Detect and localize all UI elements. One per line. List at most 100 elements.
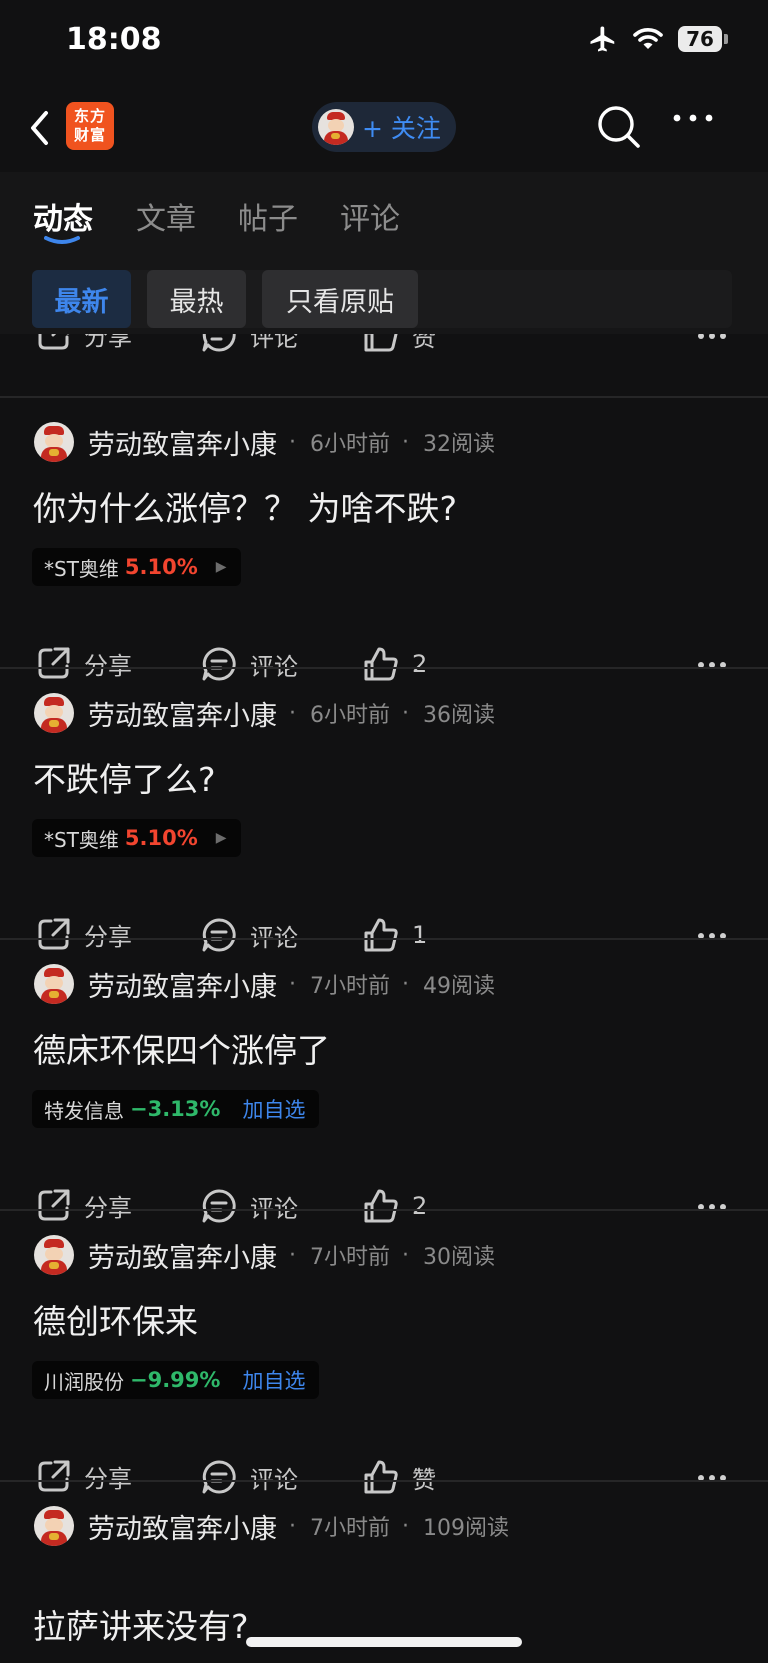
like-count: 2 xyxy=(412,1192,428,1220)
tab-comments[interactable]: 评论 xyxy=(340,194,400,238)
add-to-watchlist-button[interactable]: 加自选 xyxy=(242,1365,305,1395)
like-count: 2 xyxy=(412,650,428,678)
like-button[interactable]: 2 xyxy=(362,645,427,683)
stock-name: *ST奥维 xyxy=(44,556,119,581)
post-reads: 109阅读 xyxy=(423,1516,509,1541)
follow-button[interactable]: + 关注 xyxy=(312,102,456,152)
tab-articles[interactable]: 文章 xyxy=(136,194,196,238)
stock-tag[interactable]: *ST奥维 5.10% ▶ xyxy=(32,548,241,586)
post-title[interactable]: 德创环保来 xyxy=(33,1295,198,1343)
author-name[interactable]: 劳动致富奔小康 xyxy=(88,1236,277,1275)
comment-button[interactable]: 评论 xyxy=(200,1187,298,1225)
share-icon xyxy=(38,647,70,679)
comment-icon xyxy=(202,334,236,352)
post-time: 7小时前 xyxy=(310,1245,390,1270)
like-label: 赞 xyxy=(412,1465,436,1494)
share-label: 分享 xyxy=(84,651,132,680)
nav-bar: 东方 财富 + 关注 xyxy=(0,84,768,172)
comment-label: 评论 xyxy=(250,1194,298,1223)
author-name[interactable]: 劳动致富奔小康 xyxy=(88,1507,277,1546)
stock-tag[interactable]: 特发信息 −3.13% 加自选 xyxy=(32,1090,320,1128)
logo-text-line2: 财富 xyxy=(73,126,106,144)
thumbs-up-icon xyxy=(364,1460,398,1494)
tab-dynamic[interactable]: 动态 xyxy=(33,194,93,238)
share-icon xyxy=(38,1189,70,1221)
comment-icon xyxy=(202,1189,236,1223)
filter-latest[interactable]: 最新 xyxy=(32,270,131,328)
play-triangle-icon: ▶ xyxy=(215,559,227,575)
share-icon xyxy=(38,334,70,350)
thumbs-up-icon xyxy=(364,918,398,952)
post-title[interactable]: 德床环保四个涨停了 xyxy=(33,1024,330,1072)
filter-original-only[interactable]: 只看原贴 xyxy=(262,270,418,328)
stock-name: *ST奥维 xyxy=(44,827,119,852)
status-time: 18:08 xyxy=(66,22,162,57)
post-title[interactable]: 你为什么涨停？？ 为啥不跌? xyxy=(33,482,457,530)
share-label: 分享 xyxy=(84,1193,132,1222)
thumbs-up-icon xyxy=(364,1189,398,1223)
like-button[interactable]: 1 xyxy=(362,916,427,954)
comment-label: 评论 xyxy=(250,334,298,352)
add-to-watchlist-button[interactable]: 加自选 xyxy=(242,1094,305,1124)
stock-change: −9.99% xyxy=(130,1368,221,1392)
post-author-row: 劳动致富奔小康 · 6小时前 · 36阅读 xyxy=(34,693,495,733)
like-label: 赞 xyxy=(412,334,436,352)
share-icon xyxy=(38,1460,70,1492)
like-button[interactable]: 2 xyxy=(362,1187,427,1225)
search-icon[interactable] xyxy=(596,104,642,150)
post-reads: 49阅读 xyxy=(423,974,495,999)
share-button[interactable]: 分享 xyxy=(36,1187,132,1223)
stock-tag[interactable]: *ST奥维 5.10% ▶ xyxy=(32,819,241,857)
app-logo[interactable]: 东方 财富 xyxy=(66,102,114,150)
post-time: 7小时前 xyxy=(310,1516,390,1541)
avatar[interactable] xyxy=(34,1235,74,1275)
tab-posts[interactable]: 帖子 xyxy=(238,194,298,238)
post-actions: 分享 评论 赞 xyxy=(0,334,768,362)
author-name[interactable]: 劳动致富奔小康 xyxy=(88,423,277,462)
share-label: 分享 xyxy=(84,1464,132,1493)
like-button[interactable]: 赞 xyxy=(362,1458,436,1496)
avatar[interactable] xyxy=(34,964,74,1004)
thumbs-up-icon xyxy=(364,647,398,681)
back-chevron-icon[interactable] xyxy=(26,108,56,148)
stock-name: 特发信息 xyxy=(44,1098,124,1123)
home-indicator[interactable] xyxy=(246,1637,522,1647)
post-author-row: 劳动致富奔小康 · 7小时前 · 109阅读 xyxy=(34,1506,509,1546)
comment-button[interactable]: 评论 xyxy=(200,334,298,354)
more-dots-icon[interactable] xyxy=(697,334,727,340)
comment-button[interactable]: 评论 xyxy=(200,1458,298,1496)
comment-label: 评论 xyxy=(250,923,298,952)
share-label: 分享 xyxy=(84,922,132,951)
share-button[interactable]: 分享 xyxy=(36,916,132,952)
post-title[interactable]: 不跌停了么? xyxy=(33,753,216,801)
post-time: 7小时前 xyxy=(310,974,390,999)
comment-label: 评论 xyxy=(250,1465,298,1494)
share-button[interactable]: 分享 xyxy=(36,334,132,352)
post-title[interactable]: 拉萨讲来没有? xyxy=(33,1600,249,1648)
share-button[interactable]: 分享 xyxy=(36,645,132,681)
author-name[interactable]: 劳动致富奔小康 xyxy=(88,965,277,1004)
more-dots-icon[interactable] xyxy=(672,112,714,124)
like-count: 1 xyxy=(412,921,428,949)
post-reads: 30阅读 xyxy=(423,1245,495,1270)
comment-button[interactable]: 评论 xyxy=(200,645,298,683)
thumbs-up-icon xyxy=(364,334,398,352)
avatar xyxy=(318,109,354,145)
comment-button[interactable]: 评论 xyxy=(200,916,298,954)
content-tabs: 动态 文章 帖子 评论 xyxy=(0,172,768,252)
stock-change: −3.13% xyxy=(130,1097,221,1121)
avatar[interactable] xyxy=(34,1506,74,1546)
filter-hot[interactable]: 最热 xyxy=(147,270,246,328)
post-author-row: 劳动致富奔小康 · 6小时前 · 32阅读 xyxy=(34,422,495,462)
avatar[interactable] xyxy=(34,422,74,462)
post-reads: 36阅读 xyxy=(423,703,495,728)
stock-change: 5.10% xyxy=(124,826,198,850)
avatar[interactable] xyxy=(34,693,74,733)
status-bar: 18:08 76 xyxy=(0,0,768,84)
share-label: 分享 xyxy=(84,334,132,351)
comment-icon xyxy=(202,647,236,681)
author-name[interactable]: 劳动致富奔小康 xyxy=(88,694,277,733)
stock-tag[interactable]: 川润股份 −9.99% 加自选 xyxy=(32,1361,320,1399)
like-button[interactable]: 赞 xyxy=(362,334,436,354)
share-button[interactable]: 分享 xyxy=(36,1458,132,1494)
